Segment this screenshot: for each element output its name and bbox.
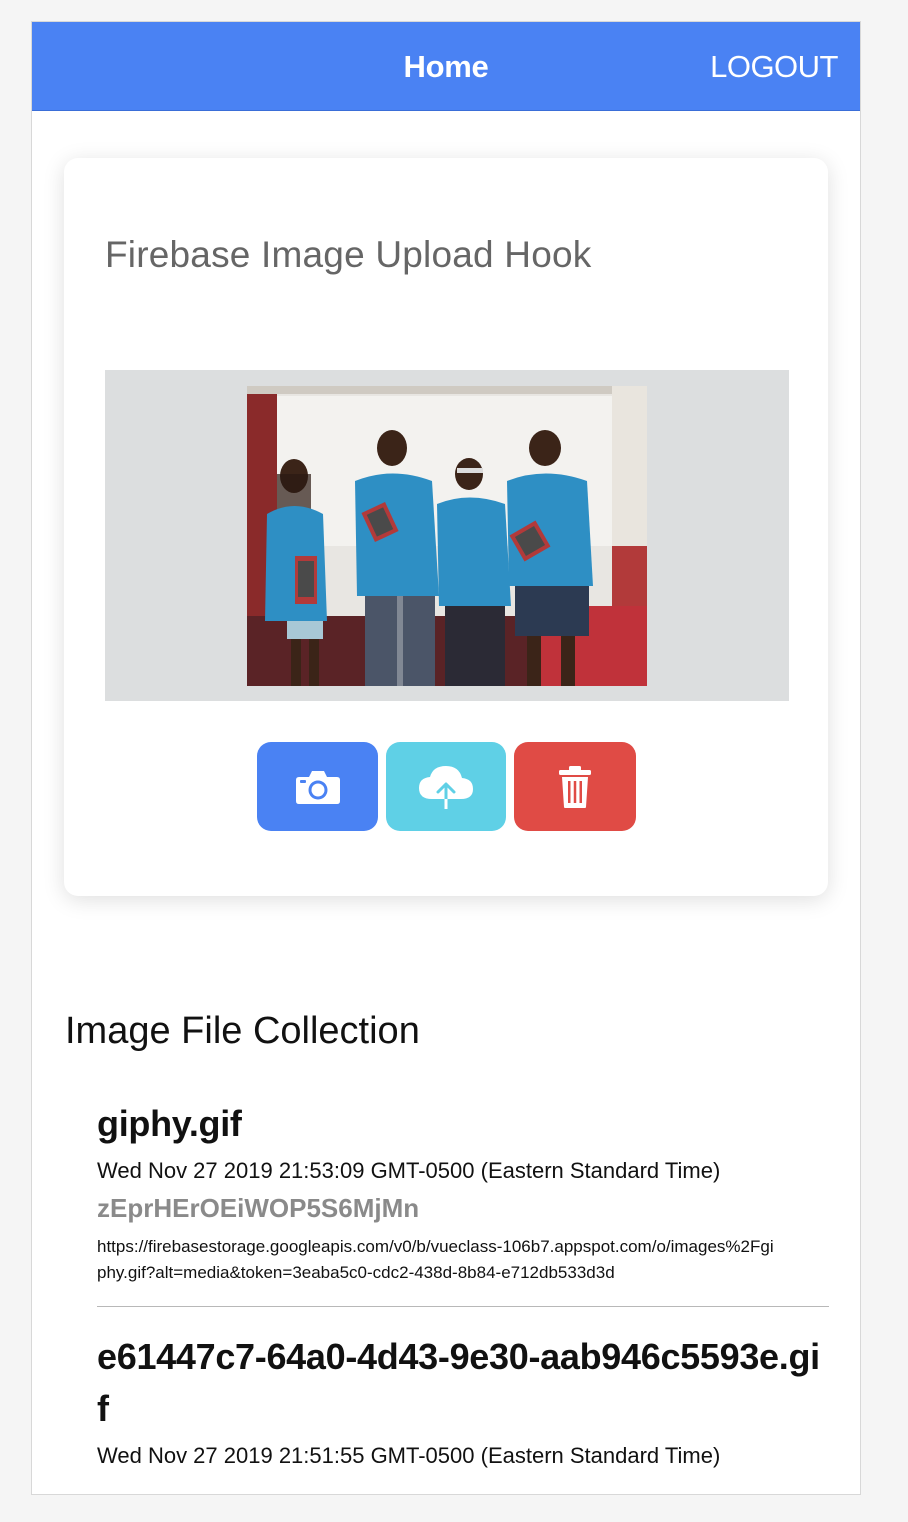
- app-frame: Home LOGOUT Firebase Image Upload Hook I…: [31, 21, 861, 1495]
- camera-icon: [295, 770, 340, 804]
- file-date: Wed Nov 27 2019 21:53:09 GMT-0500 (Easte…: [97, 1158, 721, 1183]
- delete-button[interactable]: [514, 742, 636, 831]
- logout-button[interactable]: LOGOUT: [710, 22, 838, 110]
- camera-button[interactable]: [257, 742, 378, 831]
- toolbar: Home LOGOUT: [32, 22, 860, 111]
- list-item[interactable]: giphy.gif Wed Nov 27 2019 21:53:09 GMT-0…: [97, 1098, 829, 1307]
- cloud-upload-icon: [419, 765, 473, 809]
- file-id: zEprHErOEiWOP5S6MjMn: [97, 1193, 420, 1223]
- file-url: https://firebasestorage.googleapis.com/v…: [97, 1237, 774, 1282]
- file-name: e61447c7-64a0-4d43-9e30-aab946c5593e.gif: [97, 1336, 820, 1429]
- upload-card: Firebase Image Upload Hook: [64, 158, 828, 896]
- preview-photo: [247, 386, 647, 686]
- file-date: Wed Nov 27 2019 21:51:55 GMT-0500 (Easte…: [97, 1443, 721, 1468]
- file-list: giphy.gif Wed Nov 27 2019 21:53:09 GMT-0…: [97, 1098, 829, 1494]
- collection-title: Image File Collection: [65, 1010, 420, 1052]
- card-title: Firebase Image Upload Hook: [105, 234, 592, 275]
- file-name: giphy.gif: [97, 1103, 242, 1144]
- list-item[interactable]: e61447c7-64a0-4d43-9e30-aab946c5593e.gif…: [97, 1331, 829, 1493]
- upload-button[interactable]: [386, 742, 506, 831]
- image-preview: [105, 370, 789, 701]
- trash-icon: [559, 765, 591, 808]
